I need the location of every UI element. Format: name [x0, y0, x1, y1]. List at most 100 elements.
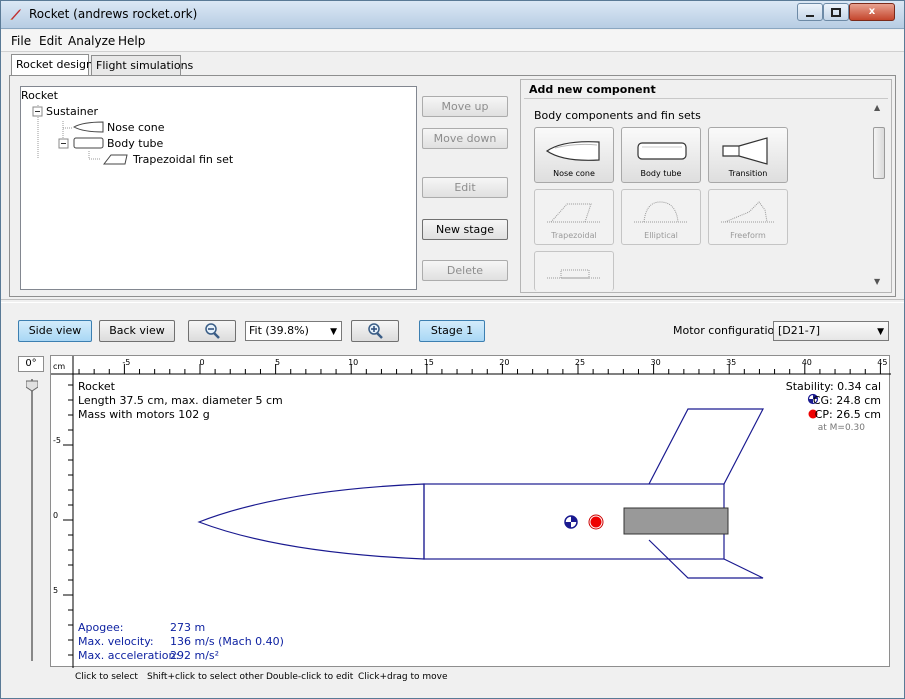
apogee-label: Apogee: [78, 621, 124, 634]
zoom-level-value: Fit (39.8%) [249, 324, 309, 337]
menu-analyze[interactable]: Analyze [68, 34, 115, 48]
delete-button[interactable]: Delete [422, 260, 508, 281]
trapezoidal-label: Trapezoidal [551, 231, 597, 240]
status-hint-edit: Double-click to edit [266, 672, 354, 682]
scroll-up-icon[interactable]: ▲ [874, 103, 880, 112]
rocket-mass: Mass with motors 102 g [78, 408, 210, 421]
apogee-value: 273 m [170, 621, 206, 634]
add-component-title: Add new component [529, 83, 656, 96]
body-tube-icon [637, 142, 687, 160]
zoom-in-button[interactable] [351, 320, 399, 342]
add-nose-cone-button[interactable]: Nose cone [534, 127, 614, 183]
rocket-design-panel: Rocket Sustainer Nose cone Body tube Tra… [9, 75, 896, 297]
fin-set-icon [103, 154, 128, 165]
zoom-out-icon [205, 323, 220, 339]
motor-configuration-value: [D21-7] [778, 324, 821, 337]
y-ruler-label: 5 [53, 586, 58, 595]
cg-marker [564, 515, 578, 529]
max-velocity-label: Max. velocity: [78, 635, 154, 648]
title-bar[interactable]: Rocket (andrews rocket.ork) x [1, 1, 904, 29]
motor-configuration-label: Motor configuration: [673, 324, 785, 337]
tab-rocket-design[interactable]: Rocket design [11, 54, 93, 75]
body-components-label: Body components and fin sets [534, 109, 701, 122]
view-toolbar: Side view Back view Fit (39.8%) ▼ Stage … [1, 319, 904, 345]
new-stage-button[interactable]: New stage [422, 219, 508, 240]
window-title: Rocket (andrews rocket.ork) [29, 7, 198, 21]
move-down-button[interactable]: Move down [422, 128, 508, 149]
x-ruler-label: 40 [802, 358, 812, 367]
tab-flight-simulations[interactable]: Flight simulations [91, 55, 193, 75]
zoom-in-icon [368, 323, 383, 339]
rocket-dimensions: Length 37.5 cm, max. diameter 5 cm [78, 394, 283, 407]
zoom-level-select[interactable]: Fit (39.8%) ▼ [245, 321, 342, 341]
chevron-down-icon: ▼ [330, 327, 337, 337]
fin-top-shape [648, 408, 764, 485]
stage-1-toggle[interactable]: Stage 1 [419, 320, 485, 342]
main-window: Rocket (andrews rocket.ork) x File Edit … [0, 0, 905, 699]
menu-help[interactable]: Help [118, 34, 145, 48]
add-trapezoidal-fin-button[interactable]: Trapezoidal [534, 189, 614, 245]
transition-label: Transition [728, 169, 768, 178]
palette-scrollbar[interactable]: ▲ ▼ [872, 101, 886, 289]
tree-node-rocket[interactable]: Rocket [21, 89, 58, 102]
move-up-button[interactable]: Move up [422, 96, 508, 117]
scrollbar-thumb[interactable] [873, 127, 885, 179]
freeform-label: Freeform [730, 231, 766, 240]
nose-cone-shape [197, 483, 425, 560]
zoom-out-button[interactable] [188, 320, 236, 342]
nose-cone-label: Nose cone [553, 169, 595, 178]
motor-shape [623, 507, 729, 535]
component-tree[interactable]: Rocket Sustainer Nose cone Body tube Tra… [20, 86, 417, 290]
maximize-icon [831, 8, 841, 17]
tree-node-fin-set[interactable]: Trapezoidal fin set [133, 153, 233, 166]
motor-configuration-select[interactable]: [D21-7] ▼ [773, 321, 889, 341]
close-button[interactable]: x [849, 3, 895, 21]
component-palette: Body components and fin sets Nose cone B… [524, 98, 888, 291]
cp-marker [588, 514, 604, 530]
x-ruler-label: 25 [575, 358, 585, 367]
scroll-down-icon[interactable]: ▼ [874, 277, 880, 286]
rotation-slider[interactable] [26, 379, 38, 661]
add-tube-fin-button[interactable] [534, 251, 614, 291]
minimize-button[interactable] [797, 3, 823, 21]
rocket-figure-canvas[interactable]: -5 0 5 10 15 20 25 30 35 40 45 -5 0 5 cm [50, 355, 891, 668]
elliptical-label: Elliptical [644, 231, 678, 240]
menu-bar: File Edit Analyze Help [1, 30, 904, 52]
x-ruler-label: 20 [499, 358, 509, 367]
max-acceleration-value: 292 m/s² [170, 649, 220, 662]
nose-cone-icon [545, 141, 600, 161]
cp-value: CP: 26.5 cm [814, 408, 881, 421]
minimize-icon [806, 15, 814, 17]
add-freeform-fin-button[interactable]: Freeform [708, 189, 788, 245]
elliptical-fin-icon [634, 201, 688, 223]
maximize-button[interactable] [823, 3, 849, 21]
mach-note: at M=0.30 [817, 423, 865, 433]
add-elliptical-fin-button[interactable]: Elliptical [621, 189, 701, 245]
close-icon: x [868, 6, 876, 17]
stability-value: Stability: 0.34 cal [785, 380, 881, 393]
edit-button[interactable]: Edit [422, 177, 508, 198]
status-hint-select: Click to select [75, 672, 138, 682]
side-view-button[interactable]: Side view [18, 320, 92, 342]
status-hint-move: Click+drag to move [358, 672, 448, 682]
add-transition-button[interactable]: Transition [708, 127, 788, 183]
x-ruler-label: 10 [348, 358, 358, 367]
menu-edit[interactable]: Edit [39, 34, 62, 48]
rotation-angle-field[interactable]: 0° [18, 356, 44, 372]
menu-file[interactable]: File [11, 34, 31, 48]
tree-node-sustainer[interactable]: Sustainer [46, 105, 98, 118]
body-tube-icon [73, 137, 104, 149]
status-bar: Click to select Shift+click to select ot… [1, 672, 904, 686]
add-body-tube-button[interactable]: Body tube [621, 127, 701, 183]
tree-node-body-tube[interactable]: Body tube [107, 137, 163, 150]
tree-node-nose-cone[interactable]: Nose cone [107, 121, 164, 134]
rocket-name: Rocket [78, 380, 115, 393]
body-tube-label: Body tube [640, 169, 682, 178]
back-view-button[interactable]: Back view [99, 320, 175, 342]
freeform-fin-icon [721, 201, 775, 223]
add-component-panel: Add new component Body components and fi… [520, 79, 892, 293]
chevron-down-icon: ▼ [877, 327, 884, 337]
x-ruler-label: 35 [726, 358, 736, 367]
cg-value: CG: 24.8 cm [812, 394, 881, 407]
panel-splitter[interactable] [1, 299, 904, 303]
